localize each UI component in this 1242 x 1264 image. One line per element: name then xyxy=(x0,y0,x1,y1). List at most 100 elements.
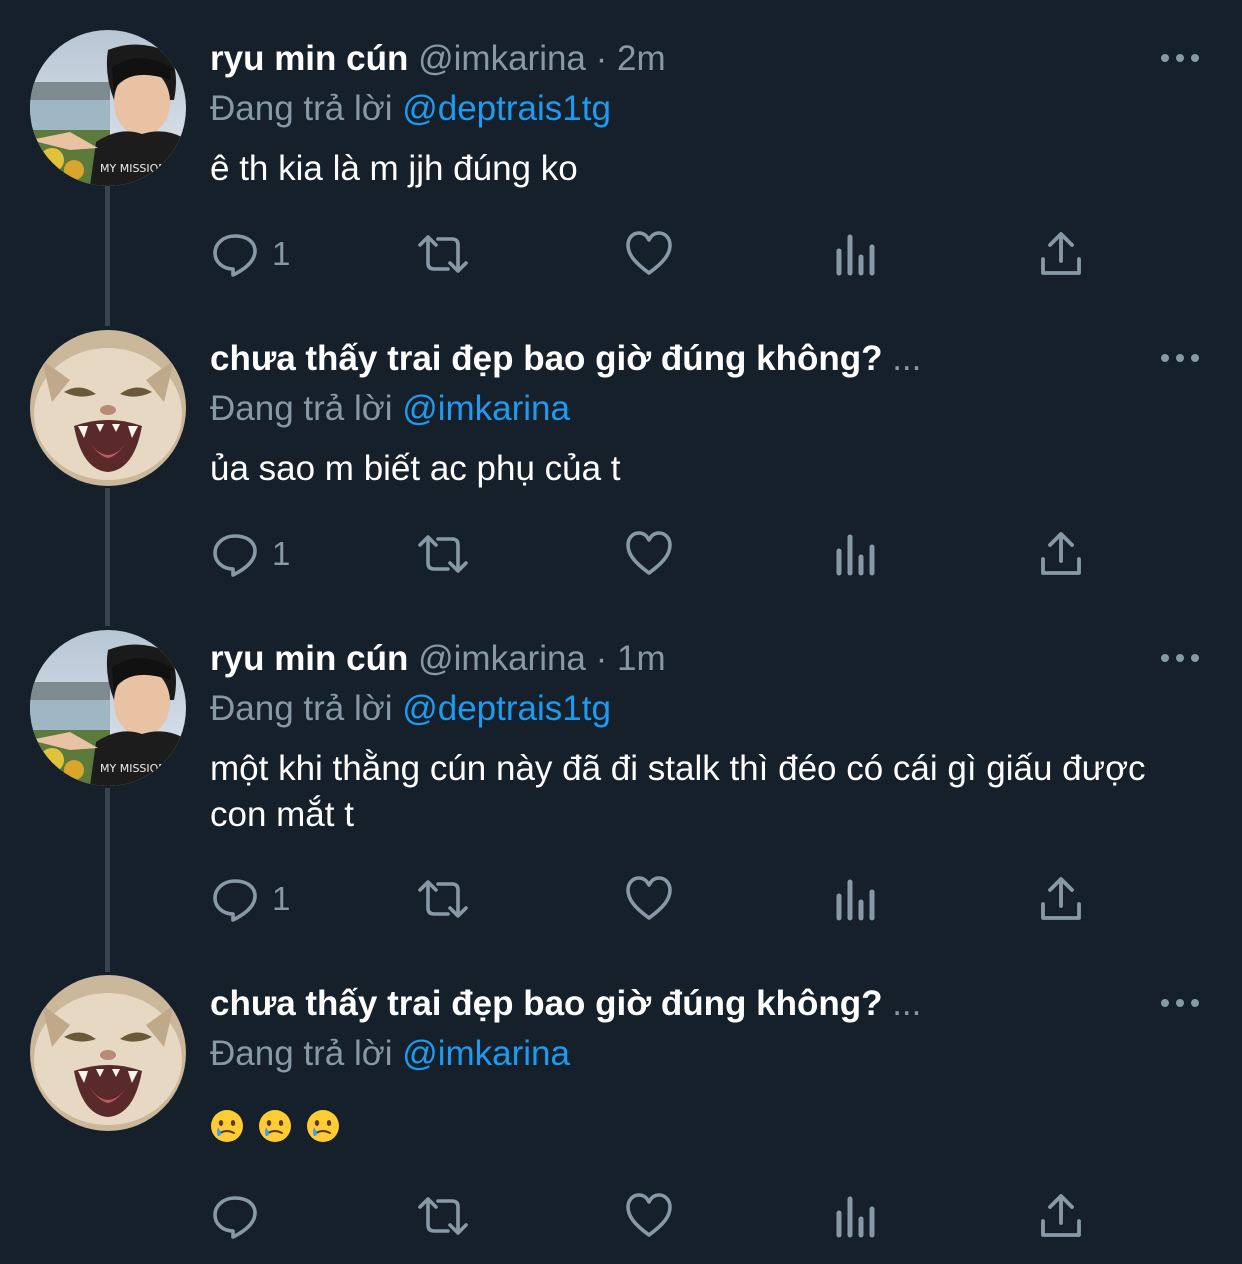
face-holding-back-tears-icon xyxy=(211,1110,243,1142)
face-holding-back-tears-icon xyxy=(259,1110,291,1142)
tweet-emojis xyxy=(210,1109,340,1143)
reply-count: 1 xyxy=(272,880,291,917)
replying-to-label: Đang trả lời xyxy=(210,1034,393,1073)
like-icon xyxy=(626,1193,672,1237)
reply-button[interactable]: 1 xyxy=(210,871,290,927)
person-avatar-icon: MY MISSION xyxy=(30,630,186,786)
reply-icon xyxy=(213,234,257,277)
truncation-ellipsis: ... xyxy=(892,984,922,1023)
retweet-button[interactable] xyxy=(414,526,472,582)
tweet[interactable]: MY MISSION ryu min cún @imkarina · 1m Đa… xyxy=(0,600,1242,945)
tweet-actions: 1 xyxy=(210,871,1110,927)
avatar[interactable] xyxy=(30,975,186,1131)
tweet-header: chưa thấy trai đẹp bao giờ đúng không? .… xyxy=(210,981,921,1027)
retweet-button[interactable] xyxy=(414,871,472,927)
reply-button[interactable]: 1 xyxy=(210,226,290,282)
cat-avatar-icon xyxy=(30,330,186,486)
like-button[interactable] xyxy=(624,871,674,927)
truncation-ellipsis: ... xyxy=(892,339,922,378)
separator-dot: · xyxy=(595,39,608,78)
more-options-icon[interactable] xyxy=(1160,993,1200,1013)
tweet-header: chưa thấy trai đẹp bao giờ đúng không? .… xyxy=(210,336,921,382)
more-options-icon[interactable] xyxy=(1160,648,1200,668)
reply-count: 1 xyxy=(272,235,291,272)
retweet-icon xyxy=(418,535,468,573)
display-name[interactable]: ryu min cún xyxy=(210,639,408,678)
replying-to: Đang trả lời @deptrais1tg xyxy=(210,686,611,732)
tweet-header: ryu min cún @imkarina · 1m xyxy=(210,636,666,682)
replying-to: Đang trả lời @deptrais1tg xyxy=(210,86,611,132)
retweet-icon xyxy=(418,235,468,273)
share-button[interactable] xyxy=(1038,526,1084,582)
display-name[interactable]: ryu min cún xyxy=(210,39,408,78)
replying-to-handle[interactable]: @imkarina xyxy=(402,1034,570,1073)
analytics-icon xyxy=(836,879,875,921)
analytics-button[interactable] xyxy=(834,226,878,282)
tweet[interactable]: chưa thấy trai đẹp bao giờ đúng không? .… xyxy=(0,300,1242,600)
cat-avatar-icon xyxy=(30,975,186,1131)
reply-count: 1 xyxy=(272,535,291,572)
tweet-actions xyxy=(210,1188,1110,1244)
analytics-button[interactable] xyxy=(834,1188,878,1244)
avatar[interactable]: MY MISSION xyxy=(30,30,186,186)
share-icon xyxy=(1041,532,1081,575)
reply-button[interactable] xyxy=(210,1188,260,1244)
more-options-icon[interactable] xyxy=(1160,48,1200,68)
replying-to-handle[interactable]: @imkarina xyxy=(402,389,570,428)
svg-text:MY MISSION: MY MISSION xyxy=(100,162,167,175)
tweet-actions: 1 xyxy=(210,526,1110,582)
replying-to-label: Đang trả lời xyxy=(210,689,393,728)
replying-to-label: Đang trả lời xyxy=(210,389,393,428)
replying-to: Đang trả lời @imkarina xyxy=(210,1031,570,1077)
retweet-button[interactable] xyxy=(414,1188,472,1244)
timestamp[interactable]: 1m xyxy=(617,639,666,678)
tweet-actions: 1 xyxy=(210,226,1110,282)
analytics-icon xyxy=(836,534,875,576)
display-name[interactable]: chưa thấy trai đẹp bao giờ đúng không? xyxy=(210,984,882,1023)
separator-dot: · xyxy=(595,639,608,678)
share-button[interactable] xyxy=(1038,226,1084,282)
analytics-button[interactable] xyxy=(834,526,878,582)
reply-button[interactable]: 1 xyxy=(210,526,290,582)
replying-to-handle[interactable]: @deptrais1tg xyxy=(402,689,611,728)
tweet-text: ủa sao m biết ac phụ của t xyxy=(210,449,621,488)
replying-to-label: Đang trả lời xyxy=(210,89,393,128)
reply-icon xyxy=(213,534,257,577)
reply-icon xyxy=(213,879,257,922)
display-name[interactable]: chưa thấy trai đẹp bao giờ đúng không? xyxy=(210,339,882,378)
svg-text:MY MISSION: MY MISSION xyxy=(100,762,167,775)
like-button[interactable] xyxy=(624,226,674,282)
face-holding-back-tears-icon xyxy=(307,1110,339,1142)
tweet-thread: MY MISSION ryu min cún @imkarina · 2m Đa… xyxy=(0,0,1242,1264)
tweet-text: một khi thằng cún này đã đi stalk thì đé… xyxy=(210,749,1146,834)
tweet-header: ryu min cún @imkarina · 2m xyxy=(210,36,666,82)
analytics-icon xyxy=(836,234,875,276)
tweet[interactable]: MY MISSION ryu min cún @imkarina · 2m Đa… xyxy=(0,0,1242,300)
retweet-button[interactable] xyxy=(414,226,472,282)
person-avatar-icon: MY MISSION xyxy=(30,30,186,186)
like-icon xyxy=(626,531,672,575)
share-button[interactable] xyxy=(1038,1188,1084,1244)
tweet-text: ê th kia là m jjh đúng ko xyxy=(210,149,578,188)
more-options-icon[interactable] xyxy=(1160,348,1200,368)
like-icon xyxy=(626,876,672,920)
replying-to-handle[interactable]: @deptrais1tg xyxy=(402,89,611,128)
tweet[interactable]: chưa thấy trai đẹp bao giờ đúng không? .… xyxy=(0,945,1242,1264)
avatar[interactable]: MY MISSION xyxy=(30,630,186,786)
share-icon xyxy=(1041,232,1081,275)
like-button[interactable] xyxy=(624,1188,674,1244)
user-handle[interactable]: @imkarina xyxy=(418,639,586,678)
avatar[interactable] xyxy=(30,330,186,486)
analytics-button[interactable] xyxy=(834,871,878,927)
timestamp[interactable]: 2m xyxy=(617,39,666,78)
share-button[interactable] xyxy=(1038,871,1084,927)
share-icon xyxy=(1041,877,1081,920)
user-handle[interactable]: @imkarina xyxy=(418,39,586,78)
like-button[interactable] xyxy=(624,526,674,582)
reply-icon xyxy=(213,1196,257,1239)
like-icon xyxy=(626,231,672,275)
retweet-icon xyxy=(418,1197,468,1235)
replying-to: Đang trả lời @imkarina xyxy=(210,386,570,432)
retweet-icon xyxy=(418,880,468,918)
share-icon xyxy=(1041,1194,1081,1237)
